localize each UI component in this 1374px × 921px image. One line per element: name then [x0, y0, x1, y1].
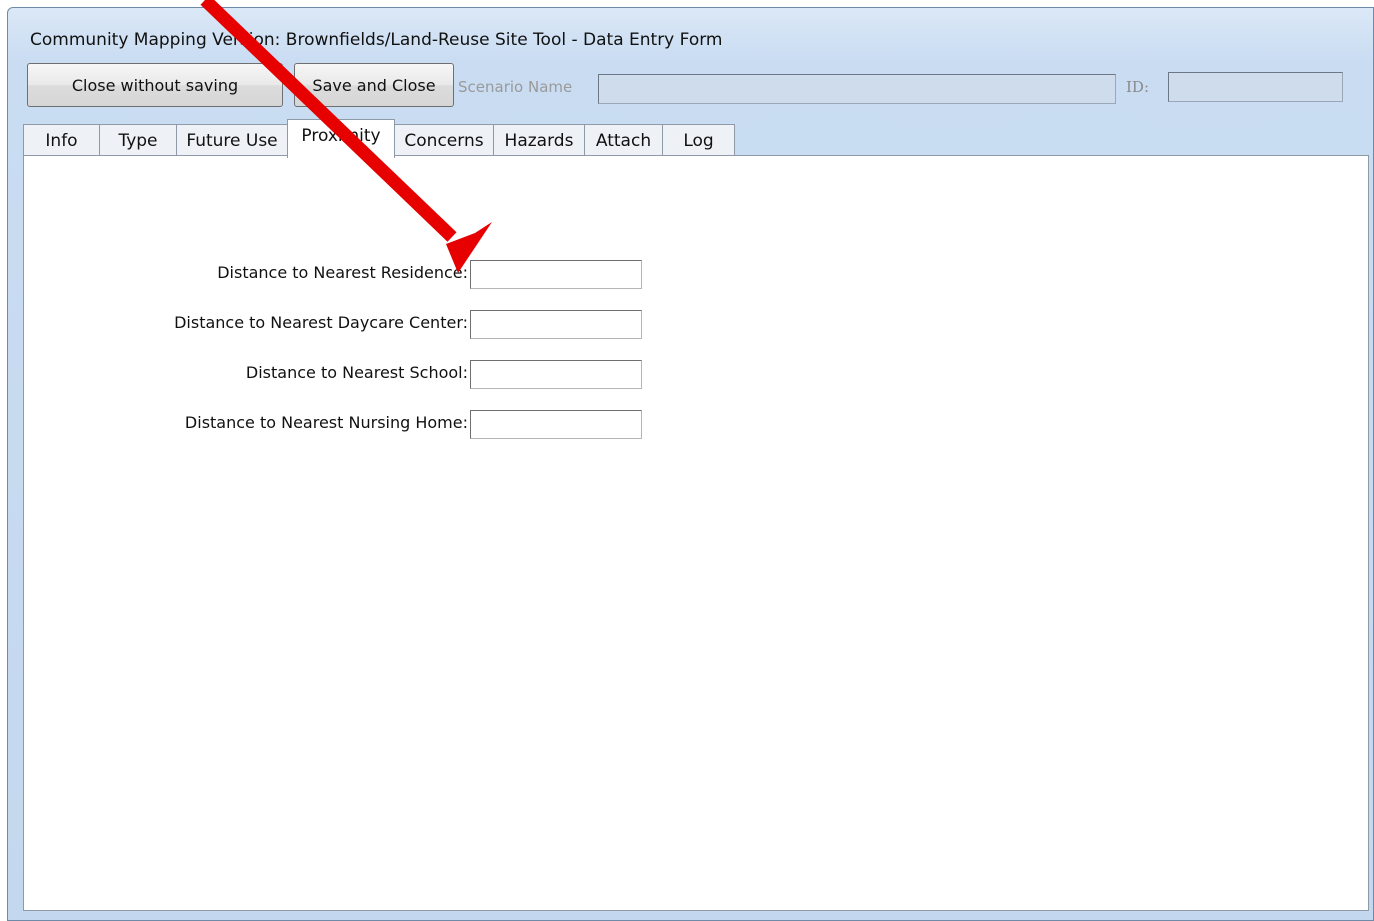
save-and-close-button[interactable]: Save and Close — [294, 63, 454, 107]
nearest-residence-label: Distance to Nearest Residence: — [217, 263, 468, 282]
tab-attach[interactable]: Attach — [584, 124, 663, 157]
tab-future-use[interactable]: Future Use — [176, 124, 288, 157]
nearest-daycare-label: Distance to Nearest Daycare Center: — [174, 313, 468, 332]
tab-type[interactable]: Type — [99, 124, 177, 157]
id-field[interactable] — [1168, 72, 1343, 102]
close-without-saving-button[interactable]: Close without saving — [27, 63, 283, 107]
scenario-name-field[interactable] — [598, 74, 1116, 104]
nearest-nursing-home-label: Distance to Nearest Nursing Home: — [184, 413, 468, 432]
id-label: ID: — [1126, 78, 1150, 96]
scenario-name-label: Scenario Name — [458, 78, 573, 96]
tab-info[interactable]: Info — [23, 124, 100, 157]
nearest-nursing-home-input[interactable] — [470, 410, 642, 439]
tab-proximity[interactable]: Proximity — [287, 119, 395, 158]
proximity-panel: Distance to Nearest Residence: Distance … — [23, 155, 1369, 911]
nearest-residence-input[interactable] — [470, 260, 642, 289]
data-entry-window: Community Mapping Version: Brownfields/L… — [7, 7, 1374, 921]
nearest-school-label: Distance to Nearest School: — [245, 363, 468, 382]
tab-hazards[interactable]: Hazards — [493, 124, 585, 157]
tab-log[interactable]: Log — [662, 124, 735, 157]
window-title: Community Mapping Version: Brownfields/L… — [30, 30, 723, 50]
nearest-daycare-input[interactable] — [470, 310, 642, 339]
nearest-school-input[interactable] — [470, 360, 642, 389]
tab-concerns[interactable]: Concerns — [394, 124, 494, 157]
